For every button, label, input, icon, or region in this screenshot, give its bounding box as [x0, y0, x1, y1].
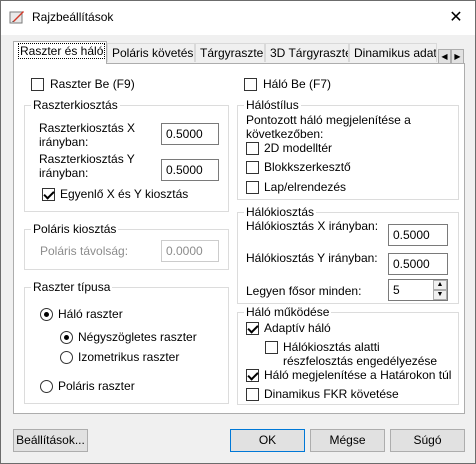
- follow-ucs-checkbox[interactable]: [246, 388, 259, 401]
- polar-snap-radio[interactable]: [40, 380, 53, 393]
- equal-spacing-label: Egyenlő X és Y kiosztás: [60, 187, 189, 201]
- adaptive-grid-checkbox[interactable]: [246, 322, 259, 335]
- allow-subdivision-label: Hálókiosztás alatti részfelosztás engedé…: [283, 340, 438, 368]
- sheet-layout-label: Lap/elrendezés: [264, 180, 347, 194]
- raster-x-label: Raszterkiosztás X irányban:: [39, 121, 136, 149]
- grid-spacing-title: Hálókiosztás: [244, 205, 317, 219]
- help-button[interactable]: Súgó: [390, 429, 465, 452]
- grid-y-input[interactable]: 0.5000: [388, 253, 448, 275]
- raster-on-label: Raszter Be (F9): [50, 77, 135, 91]
- equal-spacing-checkbox[interactable]: [42, 188, 55, 201]
- spin-down-icon[interactable]: ▼: [433, 290, 447, 300]
- tab-polar-tracking[interactable]: Poláris követés: [107, 43, 195, 62]
- polar-snap-label: Poláris raszter: [58, 379, 135, 393]
- title-bar: Rajzbeállítások ✕: [1, 1, 475, 35]
- sheet-layout-checkbox[interactable]: [246, 181, 259, 194]
- tab-scroll-left-icon[interactable]: ◀: [438, 49, 451, 64]
- block-editor-label: Blokkszerkesztő: [264, 160, 351, 174]
- close-icon[interactable]: ✕: [445, 8, 467, 28]
- drawing-settings-dialog: Rajzbeállítások ✕ Raszter és háló Polári…: [0, 0, 476, 464]
- block-editor-checkbox[interactable]: [246, 161, 259, 174]
- grid-on-checkbox[interactable]: [244, 78, 257, 91]
- tab-3d-object-snap[interactable]: 3D Tárgyraszter: [265, 43, 349, 62]
- tab-object-snap[interactable]: Tárgyraszter: [195, 43, 265, 62]
- options-button[interactable]: Beállítások...: [13, 429, 88, 452]
- app-icon: [9, 11, 24, 24]
- grid-x-input[interactable]: 0.5000: [388, 224, 448, 246]
- window-title: Rajzbeállítások: [32, 10, 114, 24]
- adaptive-grid-label: Adaptív háló: [264, 321, 331, 335]
- raster-on-checkbox[interactable]: [31, 78, 44, 91]
- allow-subdivision-checkbox[interactable]: [265, 341, 278, 354]
- grid-x-label: Hálókiosztás X irányban:: [246, 219, 379, 233]
- rectangular-snap-label: Négyszögletes raszter: [78, 330, 197, 344]
- isometric-snap-label: Izometrikus raszter: [78, 350, 180, 364]
- grid-behavior-title: Háló működése: [244, 305, 332, 319]
- model-2d-checkbox[interactable]: [246, 142, 259, 155]
- tab-panel: Raszter Be (F9) Háló Be (F7) Raszterkios…: [13, 63, 465, 414]
- raster-spacing-title: Raszterkiosztás: [31, 98, 120, 112]
- raster-y-label: Raszterkiosztás Y irányban:: [39, 152, 135, 180]
- beyond-limits-label: Háló megjelenítése a Határokon túl: [264, 368, 452, 382]
- tab-scroll-right-icon[interactable]: ▶: [451, 49, 464, 64]
- model-2d-label: 2D modelltér: [264, 141, 333, 155]
- follow-ucs-label: Dinamikus FKR követése: [264, 387, 399, 401]
- tab-raster-grid[interactable]: Raszter és háló: [13, 41, 107, 64]
- grid-y-label: Hálókiosztás Y irányban:: [246, 251, 378, 265]
- rectangular-snap-radio[interactable]: [60, 331, 73, 344]
- raster-type-title: Raszter típusa: [31, 280, 113, 294]
- polar-distance-label: Poláris távolság:: [40, 244, 129, 258]
- ok-button[interactable]: OK: [230, 429, 305, 452]
- major-line-label: Legyen fősor minden:: [246, 284, 362, 298]
- grid-snap-radio[interactable]: [40, 308, 53, 321]
- tab-strip: Raszter és háló Poláris követés Tárgyras…: [13, 41, 465, 64]
- grid-style-description: Pontozott háló megjelenítése a következő…: [246, 113, 411, 141]
- spin-up-icon[interactable]: ▲: [433, 280, 447, 290]
- grid-on-label: Háló Be (F7): [263, 77, 332, 91]
- beyond-limits-checkbox[interactable]: [246, 369, 259, 382]
- grid-snap-label: Háló raszter: [58, 307, 123, 321]
- isometric-snap-radio[interactable]: [60, 351, 73, 364]
- raster-y-input[interactable]: 0.5000: [161, 159, 219, 181]
- tab-dynamic-input[interactable]: Dinamikus adatbevitel: [349, 43, 437, 62]
- grid-style-title: Hálóstílus: [244, 98, 301, 112]
- raster-x-input[interactable]: 0.5000: [161, 123, 219, 145]
- polar-spacing-title: Poláris kiosztás: [31, 222, 119, 236]
- cancel-button[interactable]: Mégse: [310, 429, 385, 452]
- polar-distance-input[interactable]: 0.0000: [161, 240, 219, 262]
